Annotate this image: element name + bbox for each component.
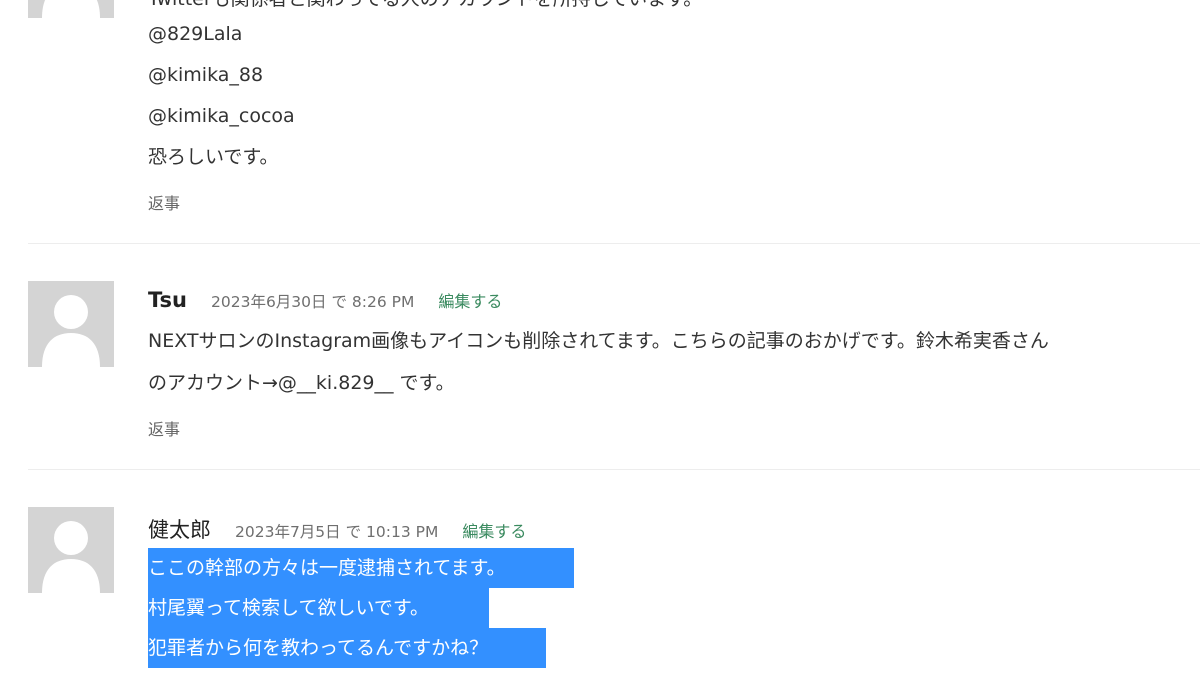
selected-text-line: 犯罪者から何を教わってるんですかね？ xyxy=(148,628,546,668)
comment-meta: Tsu 2023年6月30日 で 8:26 PM 編集する xyxy=(148,288,502,312)
edit-link[interactable]: 編集する xyxy=(462,518,526,542)
comment-divider xyxy=(28,243,1200,244)
comment-divider xyxy=(28,469,1200,470)
avatar xyxy=(28,507,114,593)
comment-text-line: 恐ろしいです。 xyxy=(148,146,279,168)
avatar xyxy=(28,0,114,18)
edit-link[interactable]: 編集する xyxy=(438,288,502,312)
default-user-avatar-icon xyxy=(42,0,100,18)
comment-text-line: NEXTサロンのInstagram画像もアイコンも削除されてます。こちらの記事の… xyxy=(148,330,1049,352)
comment-date[interactable]: 2023年7月5日 で 10:13 PM xyxy=(235,520,438,542)
comment-author[interactable]: 健太郎 xyxy=(148,514,211,544)
reply-link[interactable]: 返事 xyxy=(148,190,180,214)
comment-meta: 健太郎 2023年7月5日 で 10:13 PM 編集する xyxy=(148,514,526,544)
comment-text-line: のアカウント→@__ki.829__ です。 xyxy=(148,372,455,394)
avatar xyxy=(28,281,114,367)
comment-text-line: @kimika_cocoa xyxy=(148,105,295,127)
reply-link[interactable]: 返事 xyxy=(148,416,180,440)
default-user-avatar-icon xyxy=(42,521,100,593)
selected-text-line: ここの幹部の方々は一度逮捕されてます。 xyxy=(148,548,574,588)
selected-text-line: 村尾翼って検索して欲しいです。 xyxy=(148,588,489,628)
comment-date[interactable]: 2023年6月30日 で 8:26 PM xyxy=(211,290,414,312)
comment-author[interactable]: Tsu xyxy=(148,288,187,312)
default-user-avatar-icon xyxy=(42,295,100,367)
comment-text-line: @829Lala xyxy=(148,23,243,45)
comment-text-line: @kimika_88 xyxy=(148,64,264,86)
comment-text-line: Twitterも関係者と関わってる人のアカウントを所持しています。 xyxy=(148,0,702,11)
